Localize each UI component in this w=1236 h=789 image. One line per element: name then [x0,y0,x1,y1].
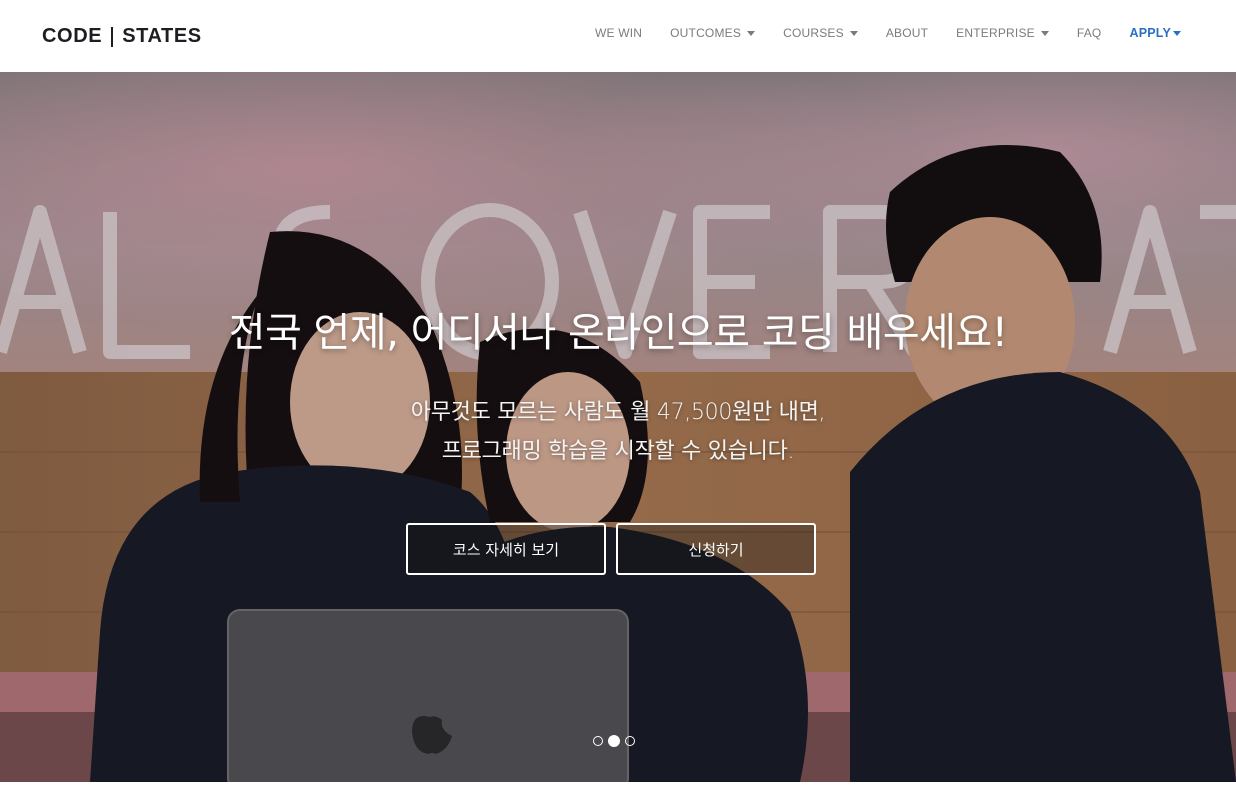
carousel-indicators [590,735,637,747]
nav-label: WE WIN [594,26,643,40]
hero-subtitle-line2: 프로그래밍 학습을 시작할 수 있습니다. [441,439,795,464]
apply-button[interactable]: 신청하기 [616,523,816,575]
code-states-logo[interactable]: CODE STATES [42,25,202,48]
hero-cta-group: 코스 자세히 보기 신청하기 [406,523,816,575]
caret-down-icon [849,31,858,36]
nav-courses[interactable]: COURSES [783,26,858,40]
nav-label: OUTCOMES [670,26,742,40]
top-navbar: CODE STATES WE WIN OUTCOMES COURSES ABOU… [0,0,1236,72]
nav-label: ENTERPRISE [956,26,1035,40]
nav-enterprise[interactable]: ENTERPRISE [956,26,1049,40]
caret-down-icon [1040,31,1049,36]
hero-subtitle-line1: 아무것도 모르는 사람도 월 47,500원만 내면, [410,400,826,425]
carousel-dot-1[interactable] [592,736,603,746]
hero-dark-overlay [0,72,1236,782]
logo-text-code: CODE [42,25,103,47]
nav-label: APPLY [1129,26,1171,40]
nav-outcomes[interactable]: OUTCOMES [670,26,756,40]
logo-text-states: STATES [122,25,202,47]
main-nav-menu: WE WIN OUTCOMES COURSES ABOUT ENTERPRISE… [595,22,1181,44]
view-course-details-button[interactable]: 코스 자세히 보기 [406,523,606,575]
hero-carousel: 전국 언제, 어디서나 온라인으로 코딩 배우세요! 아무것도 모르는 사람도 … [0,72,1236,782]
nav-label: ABOUT [885,26,929,40]
logo-divider [111,26,114,47]
nav-label: FAQ [1076,26,1102,40]
nav-label: COURSES [783,26,844,40]
nav-faq[interactable]: FAQ [1077,26,1102,40]
hero-title: 전국 언제, 어디서나 온라인으로 코딩 배우세요! [228,310,1008,356]
carousel-dot-2[interactable] [607,735,620,747]
caret-down-icon [1173,31,1181,36]
nav-apply[interactable]: APPLY [1129,26,1181,40]
nav-we-win[interactable]: WE WIN [595,26,642,40]
carousel-dot-3[interactable] [624,736,635,746]
nav-about[interactable]: ABOUT [886,26,928,40]
caret-down-icon [747,31,756,36]
